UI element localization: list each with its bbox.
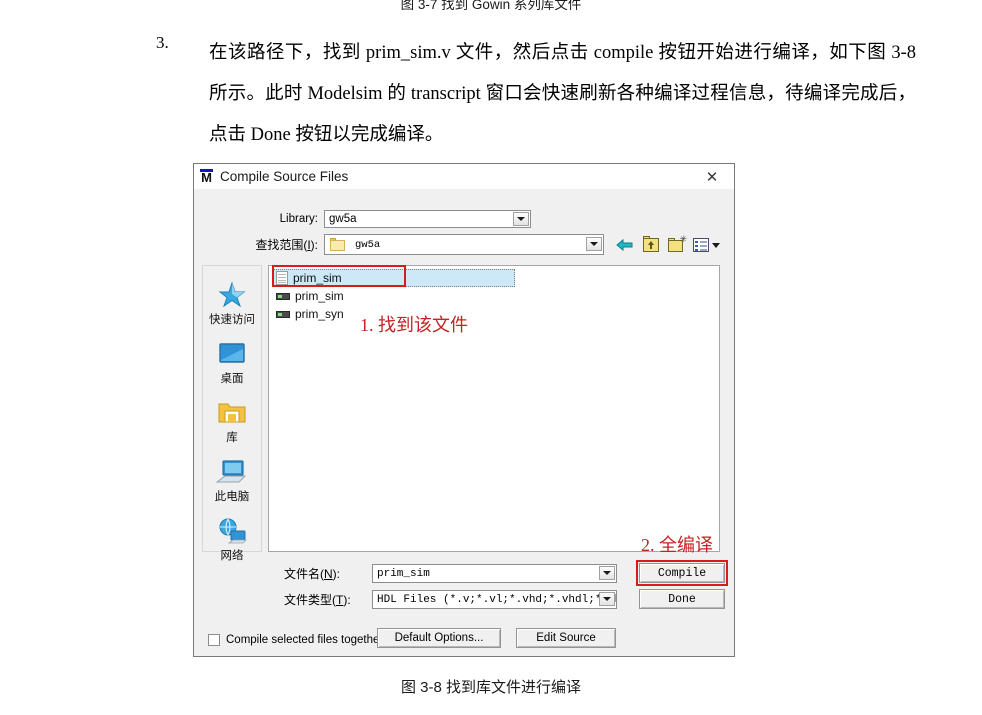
chip-icon xyxy=(276,292,290,301)
file-type-label-text: 文件类型(T): xyxy=(284,593,351,607)
place-label: 此电脑 xyxy=(214,491,250,503)
views-icon[interactable] xyxy=(693,236,721,254)
star-icon xyxy=(215,280,249,310)
file-name-label: prim_sim xyxy=(293,271,342,285)
figure-caption-top: 图 3-7 找到 Gowin 系列库文件 xyxy=(400,0,582,10)
default-options-button[interactable]: Default Options... xyxy=(377,628,501,648)
place-item-this-pc[interactable]: 此电脑 xyxy=(204,457,260,504)
desktop-icon xyxy=(215,339,249,369)
new-folder-icon[interactable]: ✳ xyxy=(667,235,687,254)
file-name-label: prim_sim xyxy=(295,289,344,303)
file-type-combobox[interactable]: HDL Files (*.v;*.vl;*.vhd;*.vhdl;*.vh xyxy=(372,590,617,609)
file-name-label-text: 文件名(N): xyxy=(284,567,341,581)
file-name-label: prim_syn xyxy=(295,307,344,321)
dialog-title: Compile Source Files xyxy=(220,169,349,184)
look-in-value: gw5a xyxy=(355,238,381,251)
library-combobox[interactable]: gw5a xyxy=(324,210,531,228)
place-label: 快速访问 xyxy=(209,314,255,326)
place-item-quick-access[interactable]: 快速访问 xyxy=(204,280,260,327)
compile-together-label: Compile selected files together xyxy=(226,634,384,646)
library-folder-icon xyxy=(215,398,249,428)
look-in-combobox[interactable]: gw5a xyxy=(324,234,604,255)
file-browser-toolbar[interactable]: ✳ xyxy=(615,234,721,255)
back-icon[interactable] xyxy=(615,236,635,254)
place-label: 库 xyxy=(226,432,238,444)
file-name-combobox[interactable]: prim_sim xyxy=(372,564,617,583)
place-item-libraries[interactable]: 库 xyxy=(204,398,260,445)
figure-caption-bottom: 图 3-8 找到库文件进行编译 xyxy=(400,679,582,696)
annotation-find-file: 1. 找到该文件 xyxy=(360,315,468,335)
compile-together-checkbox-wrap[interactable]: Compile selected files together xyxy=(208,634,383,646)
annotation-compile-all: 2. 全编译 xyxy=(641,535,713,555)
file-list-item[interactable]: prim_sim xyxy=(269,287,719,305)
place-label: 桌面 xyxy=(220,373,244,385)
file-list-item[interactable]: prim_syn xyxy=(269,305,719,323)
compile-button[interactable]: Compile xyxy=(639,563,725,583)
chevron-down-icon xyxy=(712,242,720,248)
chip-icon xyxy=(276,310,290,319)
up-folder-icon[interactable] xyxy=(641,235,661,254)
library-row: Library: gw5a xyxy=(194,210,734,228)
modelsim-logo-icon: M xyxy=(200,168,213,185)
file-list[interactable]: prim_sim prim_sim prim_syn xyxy=(268,265,720,552)
compile-together-checkbox[interactable] xyxy=(208,634,220,646)
chevron-down-icon[interactable] xyxy=(586,237,602,251)
paragraph-number: 3. xyxy=(156,33,169,52)
numbered-paragraph: 3. 在该路径下，找到 prim_sim.v 文件，然后点击 compile 按… xyxy=(156,33,916,156)
paragraph-text: 在该路径下，找到 prim_sim.v 文件，然后点击 compile 按钮开始… xyxy=(209,43,916,145)
document-icon xyxy=(276,271,288,285)
edit-source-button[interactable]: Edit Source xyxy=(516,628,616,648)
chevron-down-icon[interactable] xyxy=(599,592,615,606)
chevron-down-icon[interactable] xyxy=(513,212,529,226)
file-name-value: prim_sim xyxy=(377,567,430,580)
place-item-network[interactable]: 网络 xyxy=(204,516,260,563)
places-bar[interactable]: 快速访问 桌面 库 此电脑 网络 xyxy=(202,265,262,562)
look-in-label: 查找范围(I): xyxy=(255,238,318,252)
place-label: 网络 xyxy=(220,550,244,562)
library-label: Library: xyxy=(279,213,318,225)
dialog-titlebar[interactable]: M Compile Source Files ✕ xyxy=(194,164,734,189)
dialog-body: Library: gw5a 查找范围(I): gw5a ✳ 快速访问 桌面 库 … xyxy=(194,189,734,657)
folder-icon xyxy=(330,238,345,251)
compile-source-files-dialog[interactable]: M Compile Source Files ✕ Library: gw5a 查… xyxy=(193,163,735,657)
done-button[interactable]: Done xyxy=(639,589,725,609)
close-icon[interactable]: ✕ xyxy=(690,164,734,189)
file-list-item[interactable]: prim_sim xyxy=(273,269,515,287)
network-icon xyxy=(215,516,249,546)
this-pc-icon xyxy=(215,457,249,487)
file-type-value: HDL Files (*.v;*.vl;*.vhd;*.vhdl;*.vh xyxy=(377,593,616,606)
library-value: gw5a xyxy=(329,213,357,225)
chevron-down-icon[interactable] xyxy=(599,566,615,580)
place-item-desktop[interactable]: 桌面 xyxy=(204,339,260,386)
